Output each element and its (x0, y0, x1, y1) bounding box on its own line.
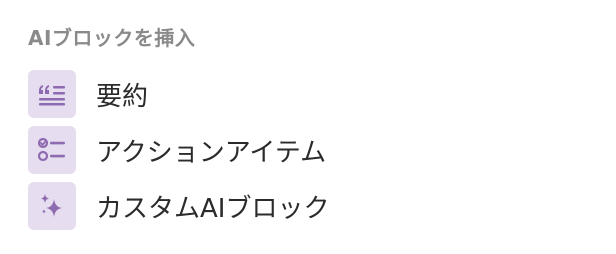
menu-item-label: アクションアイテム (96, 137, 327, 168)
menu-item-custom-ai-block[interactable]: カスタムAIブロック (28, 182, 329, 230)
ai-block-insert-menu: AIブロックを挿入 要約 アクションアイテム カスタムAIブロック (0, 0, 616, 254)
menu-section-header: AIブロックを挿入 (28, 26, 196, 50)
menu-item-label: 要約 (96, 81, 149, 112)
quote-lines-icon (28, 70, 76, 118)
menu-item-label: カスタムAIブロック (96, 193, 330, 224)
checklist-icon (28, 126, 76, 174)
menu-item-summary[interactable]: 要約 (28, 70, 148, 118)
menu-item-action-items[interactable]: アクションアイテム (28, 126, 326, 174)
sparkles-icon (28, 182, 76, 230)
